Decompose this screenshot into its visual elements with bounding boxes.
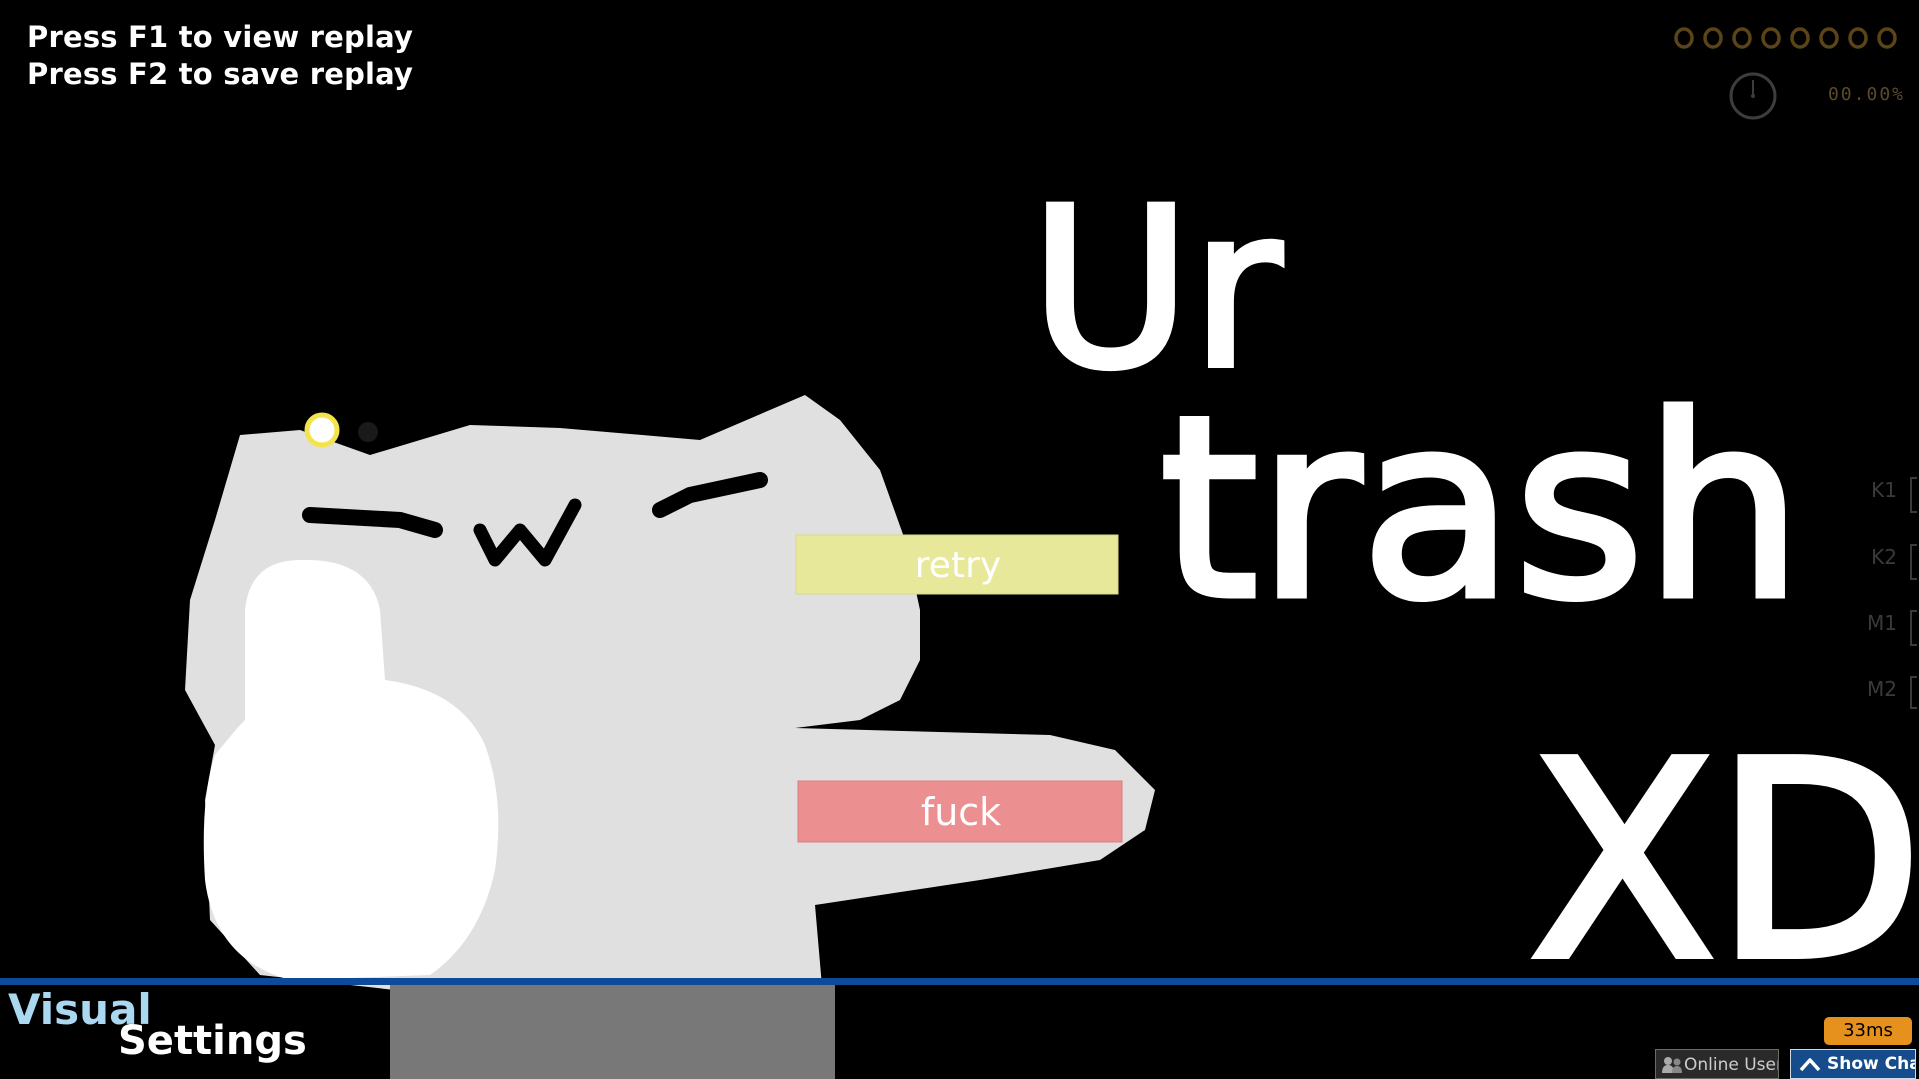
cursor [304,412,340,448]
chevron-up-icon [1799,1058,1821,1072]
replay-save-hint: Press F2 to save replay [27,57,414,91]
quit-button[interactable]: fuck [797,779,1125,845]
show-chat-label: Show Chat [1827,1054,1915,1074]
section-title-settings[interactable]: Settings [118,1018,307,1064]
score-counter [1674,27,1897,49]
retry-button-label: retry [915,545,1001,586]
key-overlay-m2: M2 [1867,677,1897,701]
accuracy-display: 00.00% [1827,84,1905,105]
ping-badge: 33ms [1824,1017,1912,1045]
retry-button[interactable]: retry [795,533,1121,597]
progress-pie-icon [1729,72,1777,120]
game-screen: Ur trash XD retry fuck Press F1 to view … [0,0,1919,1079]
cursor-trail [358,422,378,442]
key-overlay-brackets [1910,477,1917,709]
key-overlay-k1: K1 [1871,478,1897,502]
key-overlay-k2: K2 [1871,545,1897,569]
cat-lower [390,985,835,1079]
replay-view-hint: Press F1 to view replay [27,20,414,54]
skin-text-xd: XD [1530,704,1919,1019]
users-icon [1662,1057,1682,1073]
key-overlay-m1: M1 [1867,611,1897,635]
skin-text-trash: trash [1160,363,1803,654]
online-users-label: Online Users [1684,1055,1778,1075]
quit-button-label: fuck [921,790,1001,834]
online-users-button[interactable]: Online Users [1655,1049,1779,1079]
footer-accent-line [0,978,1919,985]
show-chat-button[interactable]: Show Chat [1790,1049,1916,1079]
